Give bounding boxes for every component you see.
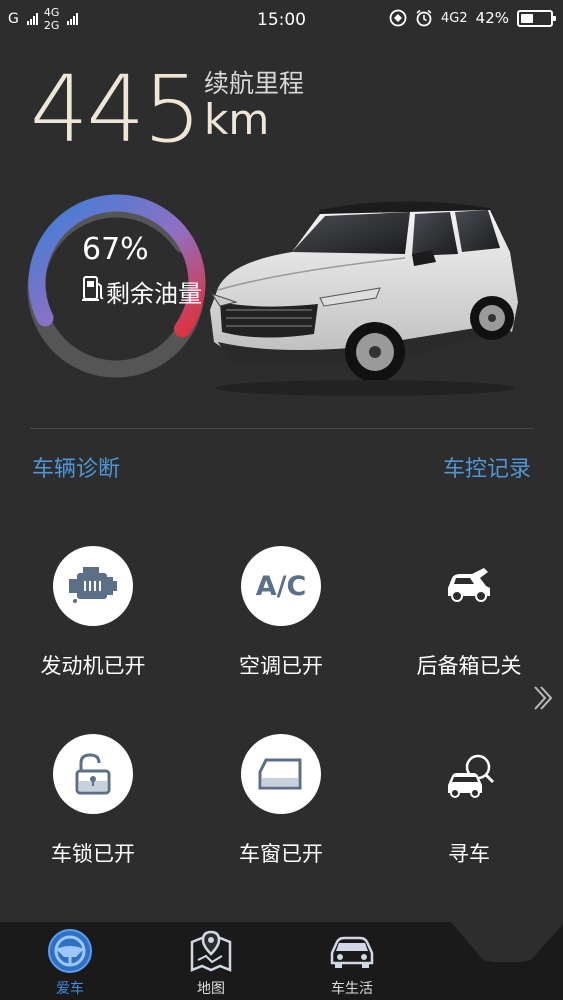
ac-button[interactable]: A/C: [241, 546, 321, 626]
tab-car-life[interactable]: 车生活: [307, 926, 397, 998]
range-value: 445: [30, 56, 202, 163]
alarm-icon: [415, 9, 433, 27]
fuel-label: 剩余油量: [106, 280, 202, 308]
chevron-right-icon[interactable]: [531, 683, 553, 713]
engine-label: 发动机已开: [40, 654, 146, 678]
find-car-label: 寻车: [448, 842, 490, 866]
tab-map[interactable]: 地图: [166, 926, 256, 998]
engine-icon: [69, 567, 117, 603]
fuel-pump-icon: [82, 276, 104, 301]
lock-label: 车锁已开: [51, 842, 135, 866]
system-status: 4G2 42%: [389, 9, 556, 27]
lock-open-icon: [75, 753, 111, 795]
trunk-label: 后备箱已关: [416, 654, 522, 678]
trunk-button[interactable]: [429, 546, 509, 626]
find-car-icon: [448, 754, 495, 798]
nfc-icon: [389, 9, 407, 27]
ac-control[interactable]: A/C 空调已开: [191, 546, 371, 680]
window-button[interactable]: [241, 734, 321, 814]
tab-label-my-car: 爱车: [56, 981, 84, 997]
ac-icon: A/C: [255, 570, 307, 602]
window-label: 车窗已开: [239, 842, 323, 866]
vehicle-diagnosis-link[interactable]: 车辆诊断: [32, 451, 120, 483]
status-bar: G 4G 2G 15:00 4G2 42%: [0, 0, 563, 40]
tab-label-car-life: 车生活: [331, 981, 373, 997]
car-image: [210, 201, 518, 396]
trunk-control[interactable]: 后备箱已关: [379, 546, 559, 680]
fuel-percent: 67%: [82, 232, 149, 267]
tab-label-map: 地图: [197, 981, 225, 997]
find-car-control[interactable]: 寻车: [379, 734, 559, 868]
tab-my-car[interactable]: 爱车: [25, 926, 115, 998]
window-icon: [258, 758, 302, 790]
map-icon: [190, 930, 232, 972]
ac-label: 空调已开: [239, 654, 323, 678]
control-log-link[interactable]: 车控记录: [443, 451, 531, 483]
range-unit: km: [204, 95, 270, 144]
car-life-icon: [330, 936, 374, 968]
divider: [30, 428, 533, 429]
trunk-icon: [448, 568, 490, 602]
engine-button[interactable]: [53, 546, 133, 626]
tab-bar-decoration: [451, 922, 563, 962]
battery-icon: [517, 9, 556, 27]
find-car-button[interactable]: [429, 734, 509, 814]
window-control[interactable]: 车窗已开: [191, 734, 371, 868]
lock-button[interactable]: [53, 734, 133, 814]
lock-control[interactable]: 车锁已开: [3, 734, 183, 868]
steering-wheel-icon: [48, 929, 92, 973]
engine-control[interactable]: 发动机已开: [3, 546, 183, 680]
network-type-2: 4G2: [441, 10, 468, 26]
battery-percent: 42%: [475, 9, 509, 27]
